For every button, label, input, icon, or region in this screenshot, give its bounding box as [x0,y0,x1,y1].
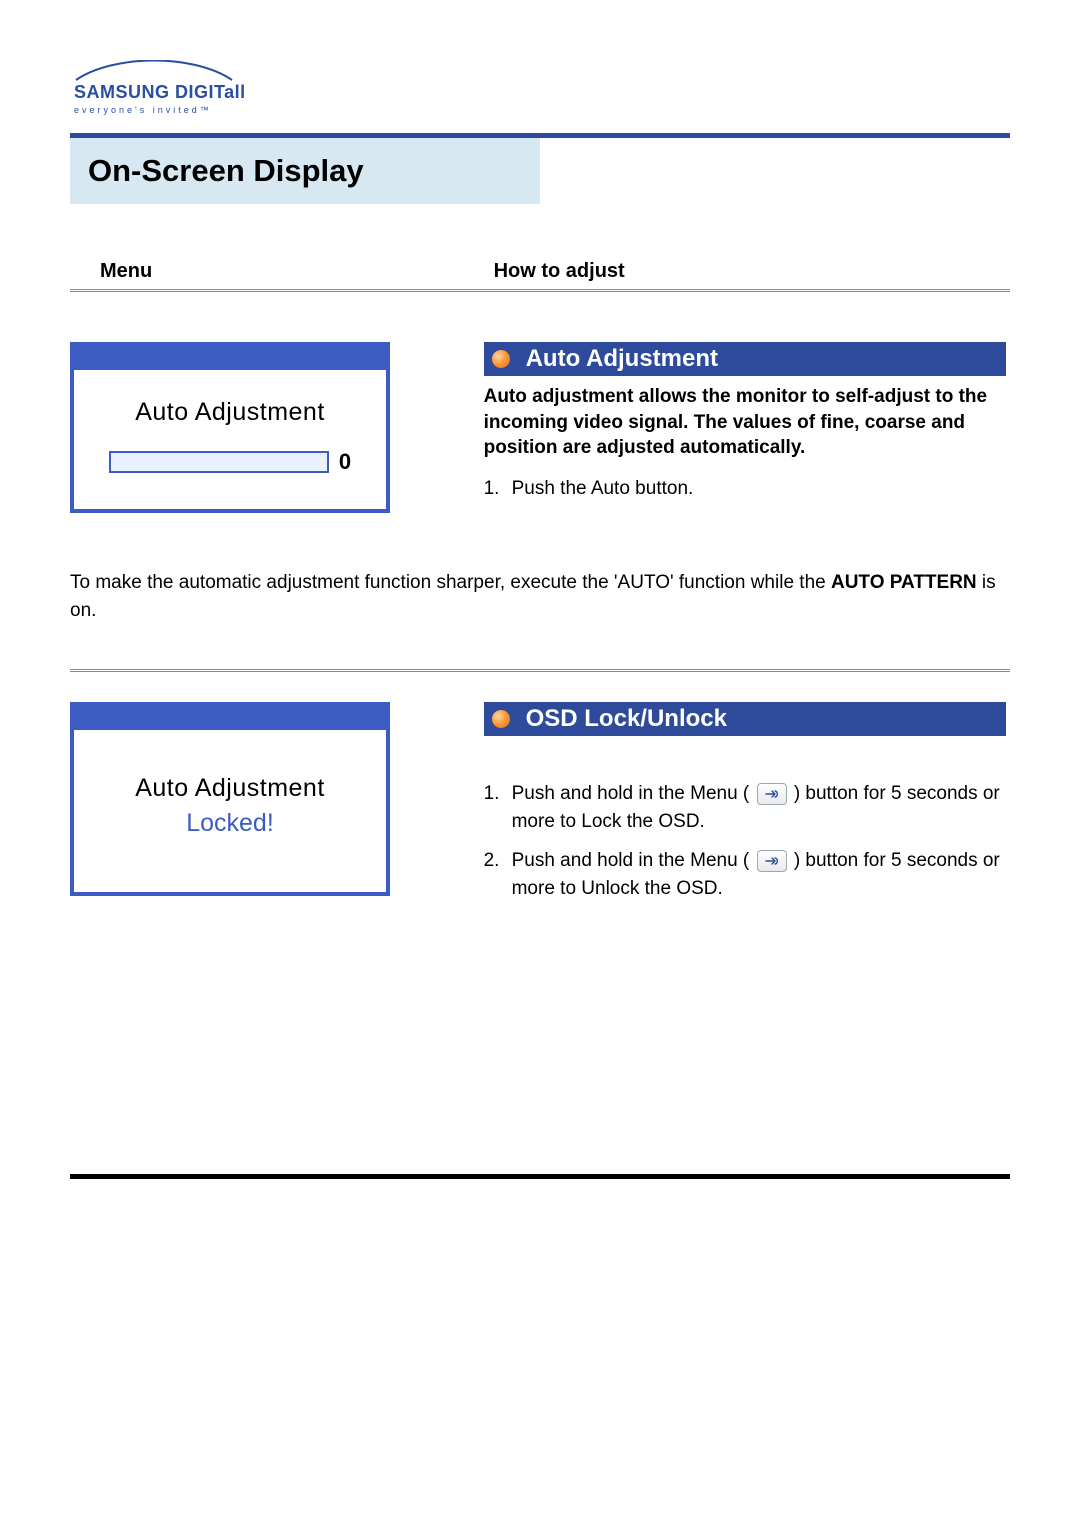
section-osd-lock: Auto Adjustment Locked! OSD Lock/Unlock … [70,702,1010,914]
page: SAMSUNG DIGITall everyone's invited™ On-… [0,0,1080,1219]
brand-wordmark: SAMSUNG DIGITall [74,82,1010,103]
footer-rule [70,1174,1010,1179]
section-label: Auto Adjustment [526,345,718,373]
section-description: Auto adjustment allows the monitor to se… [484,384,1006,461]
step-number: 1. [484,780,504,837]
brand-logo: SAMSUNG DIGITall everyone's invited™ [74,60,1010,115]
osd-titlebar [74,706,386,730]
osd-progress-value: 0 [339,449,351,475]
osd-locked-text: Locked! [90,809,370,838]
step: 2. Push and hold in the Menu ( ) button … [484,847,1006,904]
step-pre: Push and hold in the Menu ( [512,850,755,871]
osd-body: Auto Adjustment Locked! [74,730,386,892]
column-header-howto: How to adjust [484,260,1010,283]
step-pre: Push and hold in the Menu ( [512,783,755,804]
osd-dialog-locked: Auto Adjustment Locked! [70,702,390,896]
howto-column: Auto Adjustment Auto adjustment allows t… [484,342,1010,513]
menu-button-icon [757,783,787,805]
step-number: 2. [484,847,504,904]
step-text: Push and hold in the Menu ( ) button for… [512,780,1006,837]
menu-column: Auto Adjustment 0 [70,342,484,513]
note-strong: AUTO PATTERN [831,572,977,593]
section-label: OSD Lock/Unlock [526,705,727,733]
title-bar: On-Screen Display [70,138,1010,204]
step: 1. Push the Auto button. [484,475,1006,504]
title-bar-right [540,138,1010,204]
osd-progress-row: 0 [90,449,370,475]
section-steps: 1. Push and hold in the Menu ( ) button … [484,780,1006,904]
auto-pattern-note: To make the automatic adjustment functio… [70,569,1010,624]
step: 1. Push and hold in the Menu ( ) button … [484,780,1006,837]
section-divider [70,669,1010,672]
section-label-bar: OSD Lock/Unlock [484,702,1006,736]
columns-header: Menu How to adjust [70,260,1010,292]
osd-progress-bar [109,451,329,473]
menu-button-icon [757,850,787,872]
section-auto-adjustment: Auto Adjustment 0 Auto Adjustment Auto a… [70,342,1010,513]
note-pre: To make the automatic adjustment functio… [70,572,831,593]
osd-dialog-auto: Auto Adjustment 0 [70,342,390,513]
step-number: 1. [484,475,504,504]
step-text: Push the Auto button. [512,475,1006,504]
title-bar-left: On-Screen Display [70,138,540,204]
osd-titlebar [74,346,386,370]
menu-column: Auto Adjustment Locked! [70,702,484,896]
section-label-bar: Auto Adjustment [484,342,1006,376]
osd-heading: Auto Adjustment [90,774,370,803]
osd-body: Auto Adjustment 0 [74,370,386,509]
bullet-icon [492,710,510,728]
brand-name-2: all [224,82,246,102]
brand-name-1: SAMSUNG DIGIT [74,82,224,102]
howto-column: OSD Lock/Unlock 1. Push and hold in the … [484,702,1010,914]
page-title: On-Screen Display [88,153,364,189]
logo-swoosh-icon [74,60,234,82]
step-text: Push and hold in the Menu ( ) button for… [512,847,1006,904]
column-header-menu: Menu [70,260,484,283]
section-steps: 1. Push the Auto button. [484,475,1006,504]
osd-heading: Auto Adjustment [90,398,370,427]
brand-tagline: everyone's invited™ [74,105,1010,115]
bullet-icon [492,350,510,368]
